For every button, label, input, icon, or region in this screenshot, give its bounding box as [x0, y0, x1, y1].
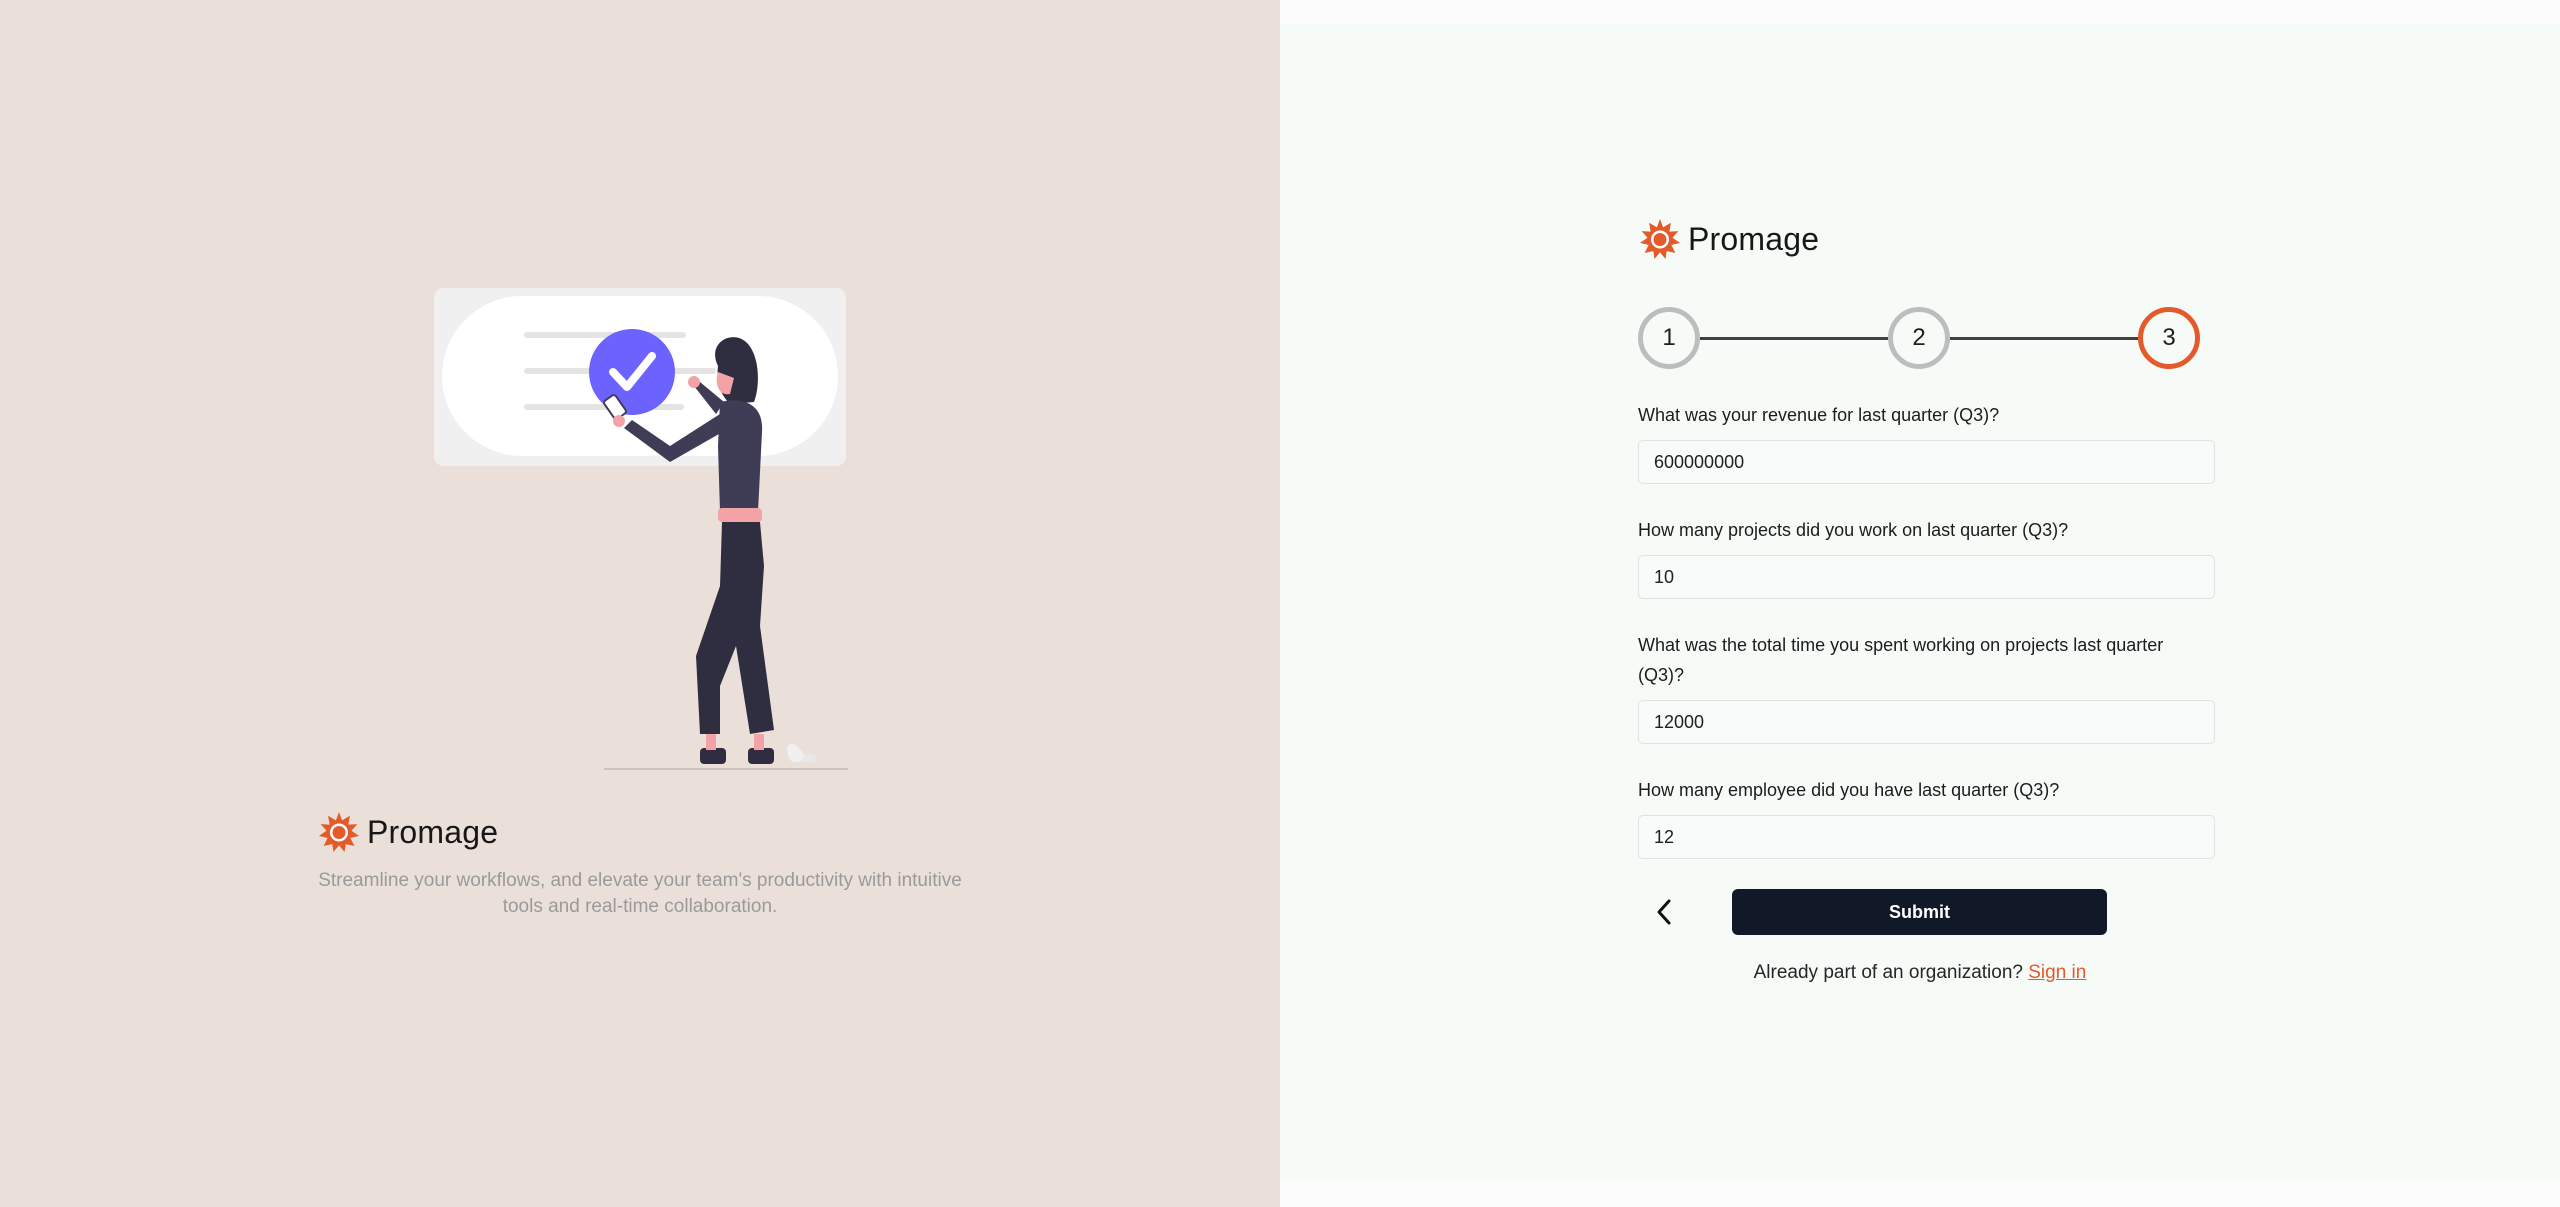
- projects-input[interactable]: [1638, 555, 2215, 599]
- step-3[interactable]: 3: [2138, 307, 2200, 369]
- revenue-label: What was your revenue for last quarter (…: [1638, 405, 2000, 425]
- step-connector: [1700, 337, 1888, 340]
- projects-label: How many projects did you work on last q…: [1638, 520, 2069, 540]
- brand-name: Promage: [367, 813, 499, 850]
- brand-logo: Promage: [319, 809, 498, 855]
- signin-prompt: Already part of an organization?: [1753, 962, 2023, 983]
- hero-tagline: Streamline your workflows, and elevate y…: [318, 870, 962, 917]
- submit-button[interactable]: Submit: [1732, 889, 2107, 935]
- sunburst-logo-icon: [1640, 219, 1680, 259]
- signin-link[interactable]: Sign in: [2028, 962, 2086, 983]
- step-1[interactable]: 1: [1638, 307, 1700, 369]
- revenue-input[interactable]: [1638, 440, 2215, 484]
- brand-logo: Promage: [1640, 216, 1819, 262]
- right-panel: [1280, 0, 2560, 1207]
- step-connector: [1950, 337, 2138, 340]
- signin-row: Already part of an organization? Sign in: [1638, 962, 2202, 984]
- chevron-left-icon: [1657, 899, 1671, 925]
- back-button[interactable]: [1644, 890, 1684, 934]
- employees-input[interactable]: [1638, 815, 2215, 859]
- woman-checking-task-illustration: [434, 288, 848, 770]
- left-panel: Promage Streamline your workflows, and e…: [0, 0, 1280, 1207]
- step-2[interactable]: 2: [1888, 307, 1950, 369]
- brand-name: Promage: [1688, 220, 1820, 257]
- progress-stepper: 1 2 3: [1638, 307, 2202, 369]
- total-time-input[interactable]: [1638, 700, 2215, 744]
- sunburst-logo-icon: [319, 812, 359, 852]
- total-time-label: What was the total time you spent workin…: [1638, 635, 2164, 685]
- form-panel: [1280, 24, 2560, 1180]
- employees-label: How many employee did you have last quar…: [1638, 780, 2060, 800]
